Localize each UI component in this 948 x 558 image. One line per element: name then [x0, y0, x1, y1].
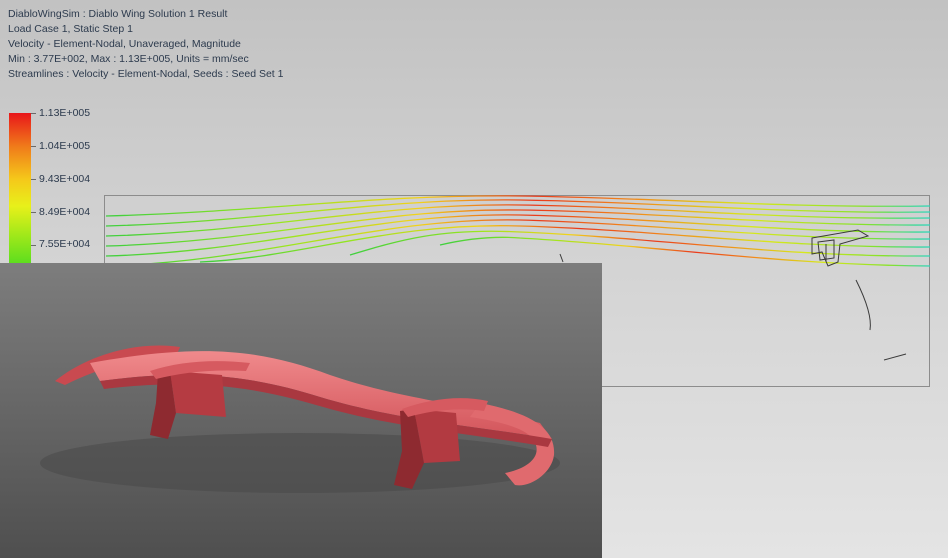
streamlines — [105, 195, 931, 267]
domain-arc — [883, 353, 907, 361]
rendered-wing-image — [0, 263, 602, 558]
wing-wireframe — [811, 229, 870, 267]
spoiler-render — [0, 263, 602, 558]
domain-arc — [855, 279, 871, 331]
domain-arc — [559, 253, 564, 263]
